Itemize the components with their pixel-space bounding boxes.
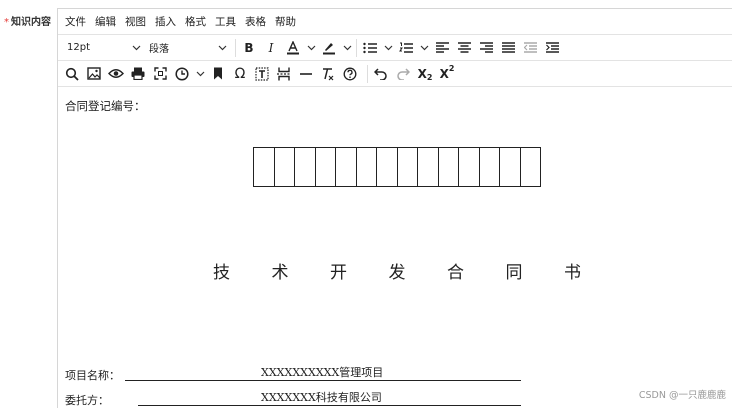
reg-number-box — [315, 147, 336, 187]
chevron-down-icon[interactable] — [196, 71, 205, 77]
reg-number-boxes — [253, 147, 541, 187]
chevron-down-icon[interactable] — [307, 45, 316, 51]
required-mark: * — [4, 17, 9, 28]
numbered-list-icon[interactable] — [397, 38, 415, 58]
print-icon[interactable] — [129, 64, 147, 84]
clear-format-icon[interactable] — [319, 64, 337, 84]
toolbar-row-2: Ω X2 X2 — [58, 61, 732, 87]
editor-content[interactable]: 合同登记编号： 技术开发合同书 项目名称： XXXXXXXXXX管理项目 委托方… — [58, 87, 732, 409]
block-format-value: 段落 — [149, 44, 169, 55]
source-code-icon[interactable] — [253, 64, 271, 84]
chevron-down-icon — [218, 45, 227, 50]
toolbar-separator — [235, 38, 236, 57]
project-name-value: XXXXXXXXXX管理项目 — [261, 366, 384, 379]
watermark: CSDN @一只鹿鹿鹿 — [638, 390, 726, 401]
font-size-select[interactable]: 12pt — [63, 38, 145, 58]
reg-number-box — [274, 147, 295, 187]
chevron-down-icon[interactable] — [384, 45, 393, 51]
help-icon[interactable] — [341, 64, 359, 84]
menu-format[interactable]: 格式 — [185, 14, 206, 29]
indent-icon[interactable] — [543, 38, 561, 58]
reg-number-box — [520, 147, 541, 187]
title-char: 书 — [564, 263, 581, 283]
superscript-icon[interactable]: X2 — [438, 64, 456, 84]
italic-icon[interactable]: I — [262, 38, 280, 58]
text-color-icon[interactable] — [284, 38, 302, 58]
bookmark-icon[interactable] — [209, 64, 227, 84]
reg-number-box — [336, 147, 357, 187]
redo-icon[interactable] — [394, 64, 412, 84]
reg-number-box — [254, 147, 275, 187]
align-right-icon[interactable] — [477, 38, 495, 58]
reg-number-box — [377, 147, 398, 187]
undo-icon[interactable] — [372, 64, 390, 84]
field-label-text: 知识内容 — [11, 17, 51, 28]
menu-view[interactable]: 视图 — [125, 14, 146, 29]
chevron-down-icon — [132, 45, 141, 50]
title-char: 合 — [447, 263, 464, 283]
preview-eye-icon[interactable] — [107, 64, 125, 84]
font-size-value: 12pt — [67, 42, 90, 53]
project-name-line: XXXXXXXXXX管理项目 — [125, 366, 521, 381]
fullscreen-icon[interactable] — [151, 64, 169, 84]
horizontal-line-icon[interactable] — [297, 64, 315, 84]
search-icon[interactable] — [63, 64, 81, 84]
rich-text-editor: 文件 编辑 视图 插入 格式 工具 表格 帮助 12pt 段落 B I Ω X … — [57, 8, 732, 408]
toolbar-separator — [367, 64, 368, 83]
block-format-select[interactable]: 段落 — [145, 38, 231, 58]
title-char: 开 — [330, 263, 347, 283]
toolbar-separator — [356, 38, 357, 57]
document-title: 技术开发合同书 — [213, 258, 623, 283]
chevron-down-icon[interactable] — [343, 45, 352, 51]
omega-icon[interactable]: Ω — [231, 64, 249, 84]
client-line: XXXXXXX科技有限公司 — [138, 391, 521, 406]
menu-tools[interactable]: 工具 — [215, 14, 236, 29]
menu-table[interactable]: 表格 — [245, 14, 266, 29]
subscript-icon[interactable]: X2 — [416, 64, 434, 84]
align-left-icon[interactable] — [433, 38, 451, 58]
reg-number-box — [418, 147, 439, 187]
project-name-label: 项目名称： — [65, 369, 120, 382]
title-char: 同 — [505, 263, 523, 283]
bold-icon[interactable]: B — [240, 38, 258, 58]
clock-icon[interactable] — [173, 64, 191, 84]
menubar: 文件 编辑 视图 插入 格式 工具 表格 帮助 — [58, 9, 732, 35]
align-justify-icon[interactable] — [499, 38, 517, 58]
menu-insert[interactable]: 插入 — [155, 14, 176, 29]
align-center-icon[interactable] — [455, 38, 473, 58]
title-char: 发 — [388, 263, 406, 283]
bullet-list-icon[interactable] — [361, 38, 379, 58]
reg-number-box — [295, 147, 316, 187]
chevron-down-icon[interactable] — [420, 45, 429, 51]
reg-number-box — [479, 147, 500, 187]
image-icon[interactable] — [85, 64, 103, 84]
reg-number-box — [438, 147, 459, 187]
title-char: 术 — [271, 263, 289, 283]
reg-number-box — [459, 147, 480, 187]
highlight-icon[interactable] — [320, 38, 338, 58]
page-break-icon[interactable] — [275, 64, 293, 84]
reg-number-box — [356, 147, 377, 187]
toolbar-row-1: 12pt 段落 B I — [58, 35, 732, 61]
project-name-row: 项目名称： — [65, 367, 120, 383]
menu-edit[interactable]: 编辑 — [95, 14, 116, 29]
menu-help[interactable]: 帮助 — [275, 14, 296, 29]
outdent-icon[interactable] — [521, 38, 539, 58]
reg-number-box — [397, 147, 418, 187]
title-char: 技 — [213, 263, 230, 283]
client-value: XXXXXXX科技有限公司 — [261, 391, 382, 404]
menu-file[interactable]: 文件 — [65, 14, 86, 29]
contract-reg-label: 合同登记编号： — [65, 99, 146, 113]
field-label: * 知识内容 — [4, 13, 51, 28]
reg-number-box — [500, 147, 521, 187]
